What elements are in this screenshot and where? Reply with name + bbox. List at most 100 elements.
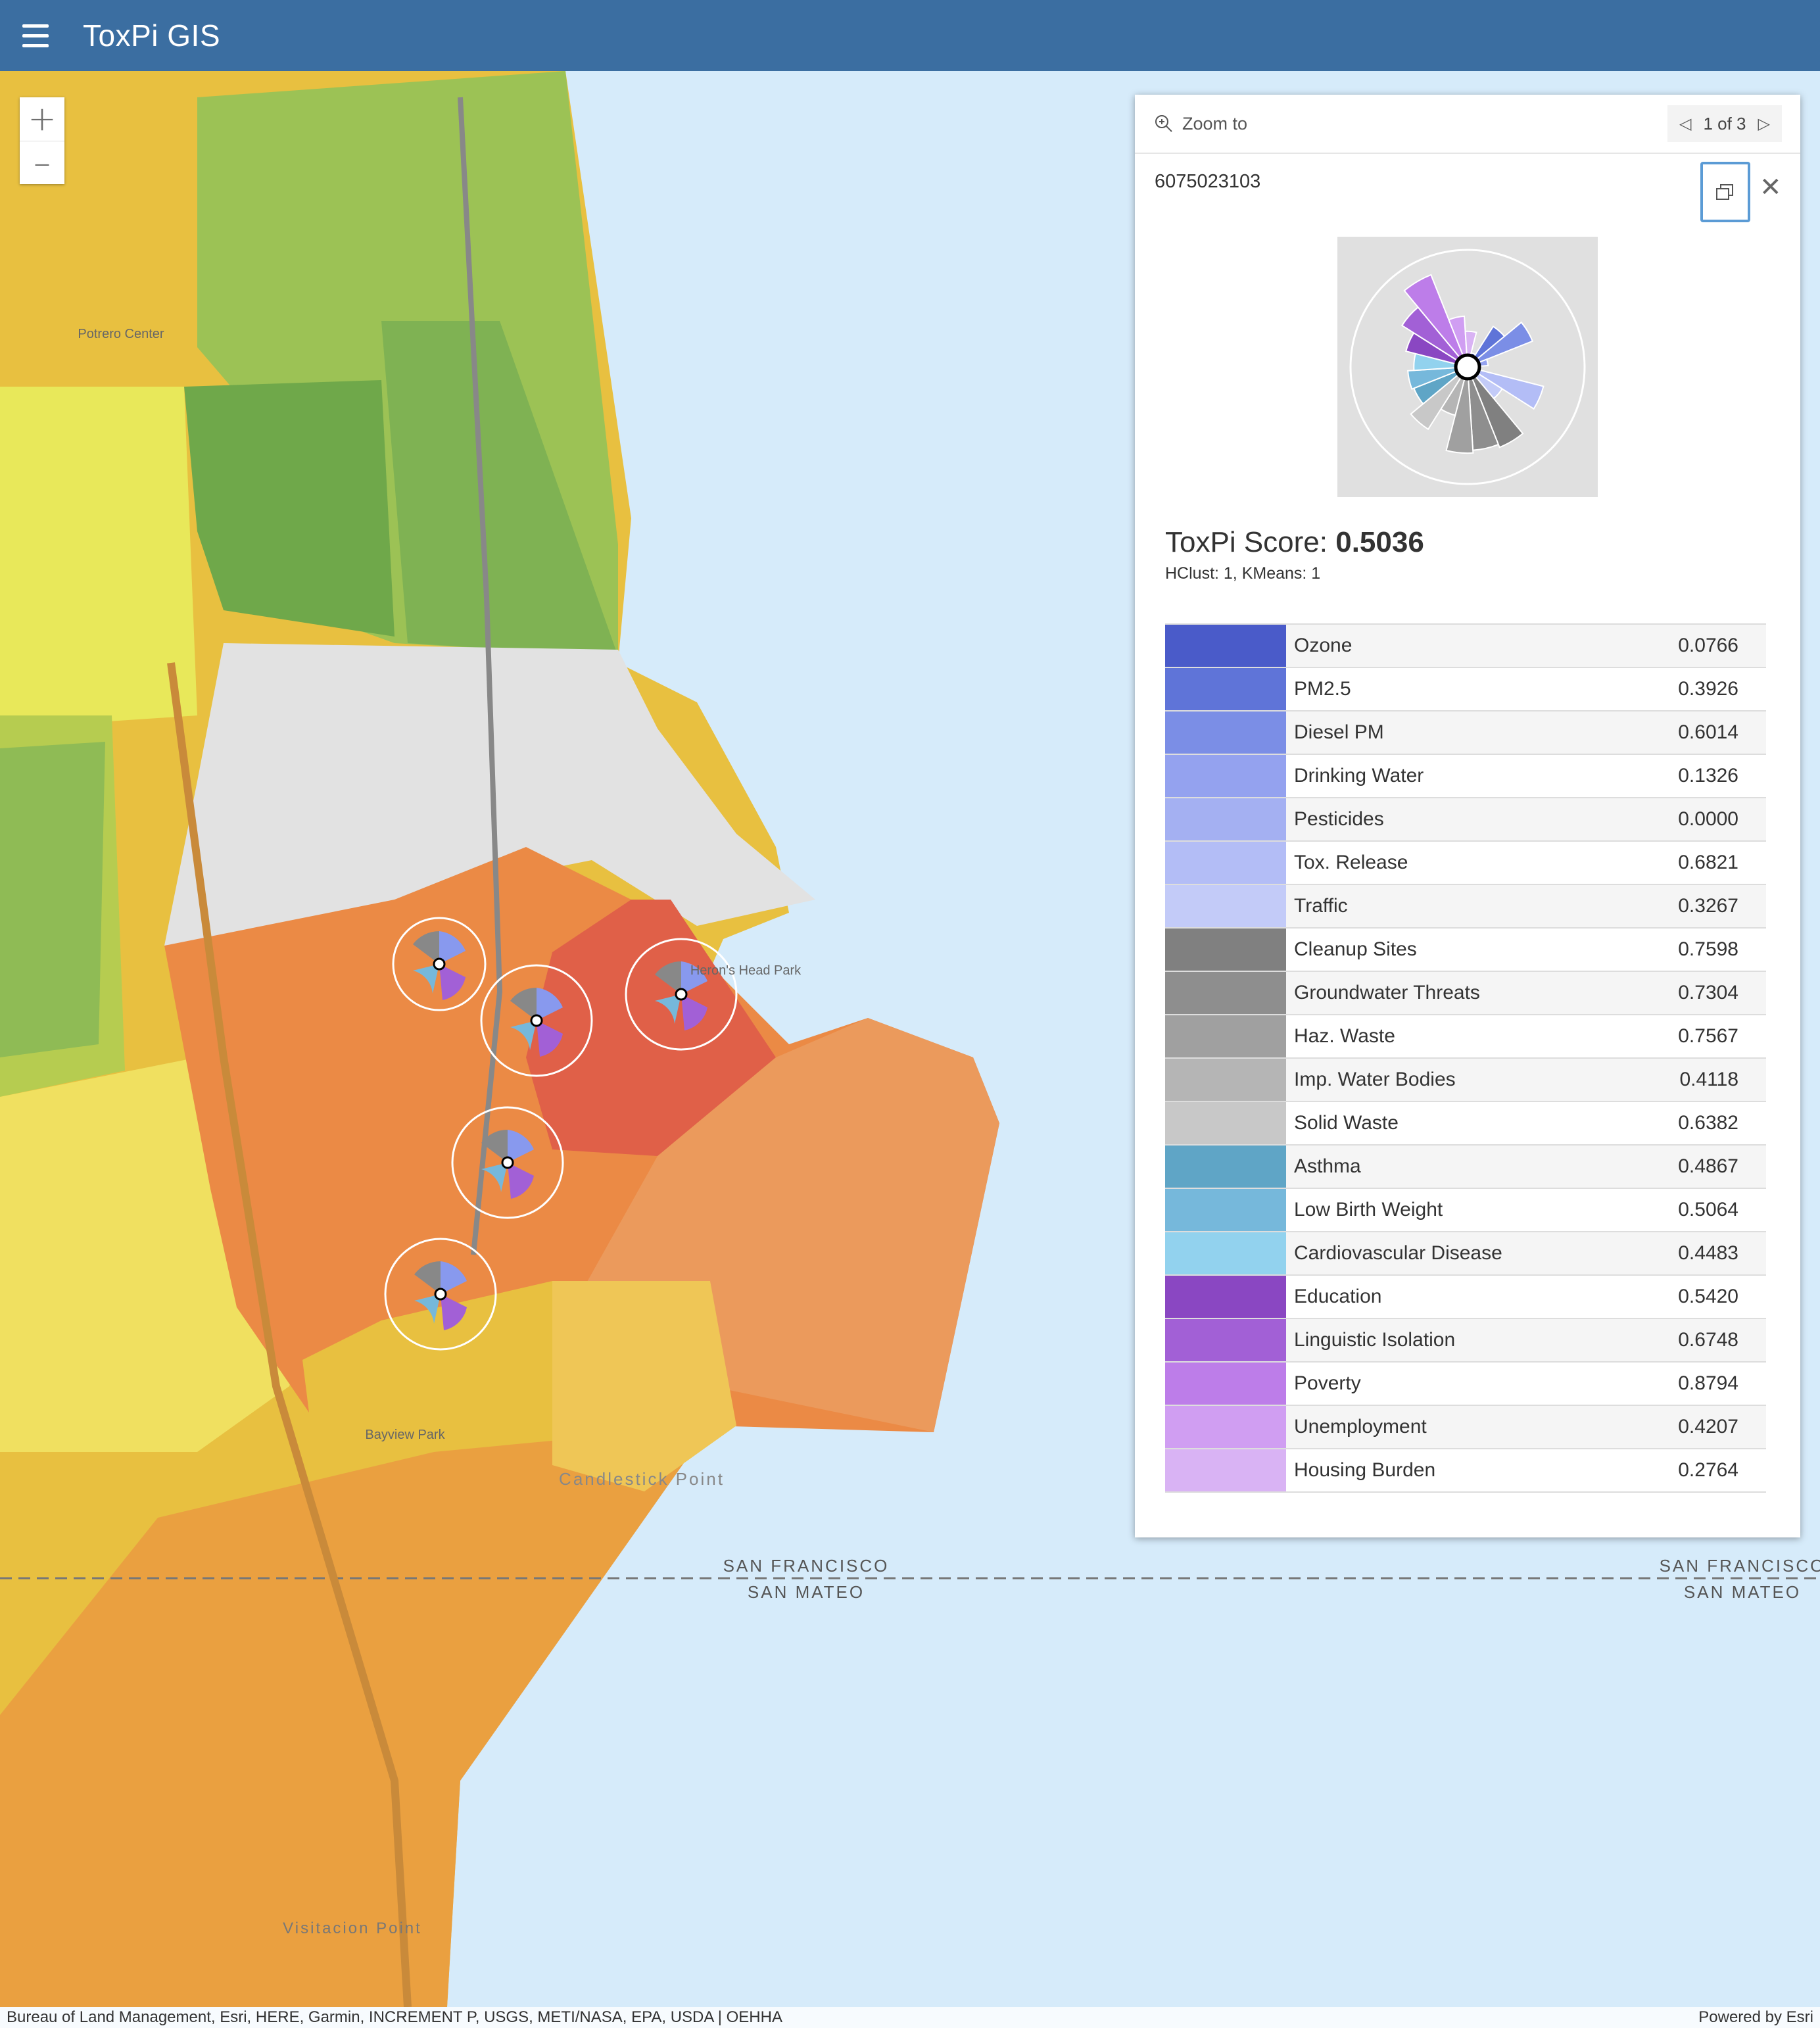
slice-value: 0.5420: [1678, 1286, 1738, 1307]
slice-color-swatch: [1165, 842, 1286, 884]
popup-header: Zoom to ◁ 1 of 3 ▷: [1135, 95, 1800, 154]
slice-value: 0.7304: [1678, 982, 1738, 1003]
slice-table: Ozone 0.0766 PM2.5 0.3926 Diesel PM 0.6014 Dri…: [1165, 623, 1766, 1493]
dock-icon: [1716, 184, 1733, 200]
place-label-potrero-center: Potrero Center: [78, 327, 164, 341]
toxpi-chart: [1337, 237, 1598, 497]
map-attribution: Bureau of Land Management, Esri, HERE, G…: [0, 2007, 1820, 2028]
slice-color-swatch: [1165, 1319, 1286, 1361]
slice-name: Asthma: [1294, 1155, 1361, 1177]
slice-value: 0.4483: [1678, 1242, 1738, 1264]
score-label: ToxPi Score:: [1165, 526, 1336, 558]
slice-row: Low Birth Weight 0.5064: [1165, 1189, 1766, 1232]
slice-value: 0.4118: [1679, 1069, 1738, 1090]
slice-color-swatch: [1165, 1189, 1286, 1231]
slice-row: Linguistic Isolation 0.6748: [1165, 1319, 1766, 1363]
slice-value: 0.2764: [1678, 1459, 1738, 1481]
slice-color-swatch: [1165, 1449, 1286, 1491]
county-label-south-east: SAN MATEO: [1684, 1582, 1801, 1602]
slice-row: Housing Burden 0.2764: [1165, 1449, 1766, 1493]
close-icon[interactable]: ✕: [1760, 172, 1782, 203]
slice-name: Drinking Water: [1294, 765, 1424, 786]
slice-name: Groundwater Threats: [1294, 982, 1480, 1003]
toxpi-score: ToxPi Score: 0.5036: [1165, 526, 1424, 559]
feature-popup: Zoom to ◁ 1 of 3 ▷ 6075023103 ✕ ToxPi Sc…: [1135, 95, 1800, 1537]
slice-value: 0.3926: [1678, 678, 1738, 700]
slice-color-swatch: [1165, 1406, 1286, 1448]
slice-value: 0.6748: [1678, 1329, 1738, 1351]
toxpi-pie: [1349, 249, 1586, 485]
slice-row: Imp. Water Bodies 0.4118: [1165, 1059, 1766, 1102]
slice-name: Education: [1294, 1286, 1382, 1307]
slice-color-swatch: [1165, 1015, 1286, 1057]
slice-color-swatch: [1165, 755, 1286, 797]
zoom-out-button[interactable]: –: [20, 141, 64, 184]
county-label-south: SAN MATEO: [748, 1582, 865, 1602]
slice-color-swatch: [1165, 972, 1286, 1014]
tract-green-c[interactable]: [0, 742, 105, 1057]
slice-value: 0.4207: [1678, 1416, 1738, 1437]
slice-name: Cardiovascular Disease: [1294, 1242, 1502, 1264]
feature-pager: ◁ 1 of 3 ▷: [1667, 105, 1782, 142]
slice-row: Ozone 0.0766: [1165, 625, 1766, 668]
slice-row: Groundwater Threats 0.7304: [1165, 972, 1766, 1015]
slice-color-swatch: [1165, 1276, 1286, 1318]
slice-name: Diesel PM: [1294, 721, 1384, 743]
slice-value: 0.5064: [1678, 1199, 1738, 1220]
slice-value: 0.6821: [1678, 852, 1738, 873]
slice-row: Cardiovascular Disease 0.4483: [1165, 1232, 1766, 1276]
slice-row: Poverty 0.8794: [1165, 1363, 1766, 1406]
slice-name: Cleanup Sites: [1294, 938, 1417, 960]
next-feature-icon[interactable]: ▷: [1758, 114, 1770, 133]
slice-color-swatch: [1165, 1363, 1286, 1405]
feature-title: 6075023103: [1155, 171, 1261, 192]
slice-color-swatch: [1165, 625, 1286, 667]
slice-row: Traffic 0.3267: [1165, 885, 1766, 929]
score-value: 0.5036: [1335, 526, 1424, 558]
powered-by[interactable]: Powered by Esri: [1698, 2008, 1813, 2027]
slice-name: Linguistic Isolation: [1294, 1329, 1456, 1351]
cluster-info: HClust: 1, KMeans: 1: [1165, 564, 1321, 583]
previous-feature-icon[interactable]: ◁: [1679, 114, 1691, 133]
place-label-bayview-park: Bayview Park: [365, 1428, 445, 1442]
slice-value: 0.0766: [1678, 635, 1738, 656]
slice-row: Solid Waste 0.6382: [1165, 1102, 1766, 1146]
tract-candlestick[interactable]: [552, 1281, 736, 1491]
slice-name: Pesticides: [1294, 808, 1384, 830]
hamburger-menu-icon[interactable]: [22, 16, 62, 55]
slice-row: Diesel PM 0.6014: [1165, 712, 1766, 755]
app-header: ToxPi GIS: [0, 0, 1820, 71]
tract-yellow-light-a[interactable]: [0, 387, 197, 729]
attribution-text: Bureau of Land Management, Esri, HERE, G…: [7, 2008, 782, 2026]
pager-label: 1 of 3: [1703, 113, 1746, 133]
slice-value: 0.8794: [1678, 1372, 1738, 1394]
slice-name: Tox. Release: [1294, 852, 1408, 873]
slice-color-swatch: [1165, 1232, 1286, 1274]
slice-row: Asthma 0.4867: [1165, 1146, 1766, 1189]
slice-name: Housing Burden: [1294, 1459, 1436, 1481]
zoom-to-icon: [1155, 115, 1172, 132]
slice-value: 0.6014: [1678, 721, 1738, 743]
slice-name: Solid Waste: [1294, 1112, 1399, 1134]
slice-value: 0.1326: [1678, 765, 1738, 786]
slice-row: Unemployment 0.4207: [1165, 1406, 1766, 1449]
slice-row: Drinking Water 0.1326: [1165, 755, 1766, 798]
zoom-to-button[interactable]: Zoom to: [1153, 114, 1247, 134]
slice-name: Low Birth Weight: [1294, 1199, 1443, 1220]
place-label-visitacion-point: Visitacion Point: [283, 1919, 422, 1937]
slice-color-swatch: [1165, 668, 1286, 710]
slice-name: Imp. Water Bodies: [1294, 1069, 1456, 1090]
dock-button[interactable]: [1700, 162, 1750, 222]
slice-row: Tox. Release 0.6821: [1165, 842, 1766, 885]
slice-row: Education 0.5420: [1165, 1276, 1766, 1319]
county-label-north: SAN FRANCISCO: [723, 1556, 890, 1576]
slice-row: Cleanup Sites 0.7598: [1165, 929, 1766, 972]
zoom-in-button[interactable]: +: [20, 97, 64, 141]
slice-color-swatch: [1165, 712, 1286, 754]
slice-row: PM2.5 0.3926: [1165, 668, 1766, 712]
slice-name: Unemployment: [1294, 1416, 1427, 1437]
county-label-north-east: SAN FRANCISCO: [1660, 1556, 1820, 1576]
slice-value: 0.3267: [1678, 895, 1738, 917]
slice-value: 0.4867: [1678, 1155, 1738, 1177]
slice-name: Ozone: [1294, 635, 1353, 656]
